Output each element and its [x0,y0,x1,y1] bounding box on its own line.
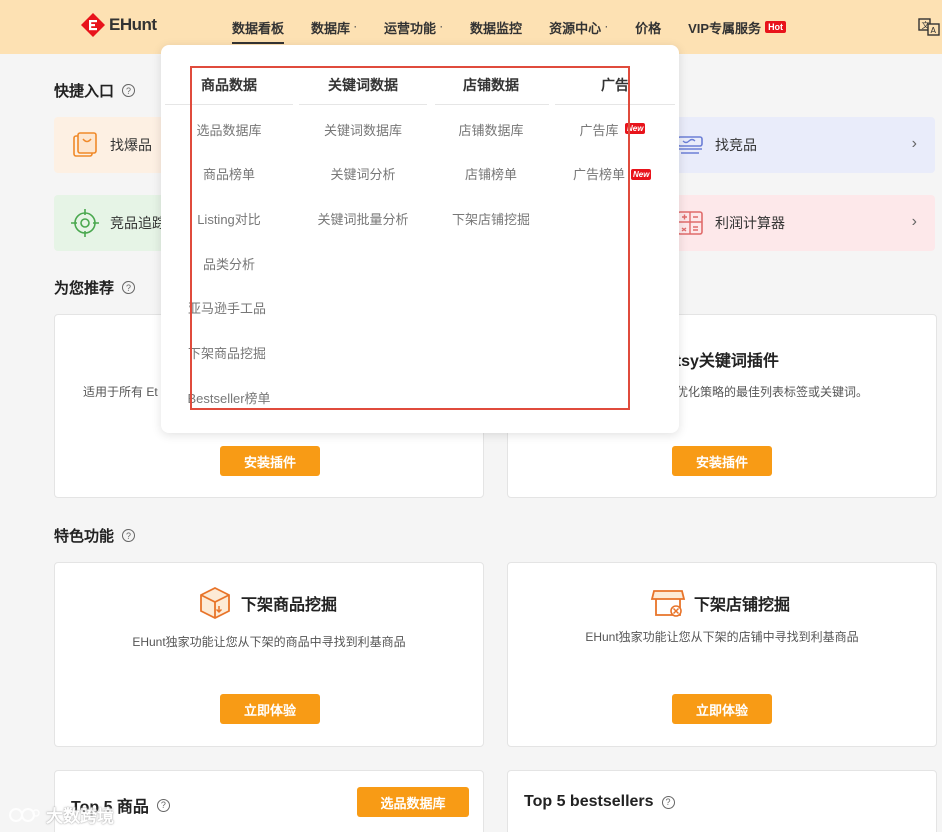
ehunt-logo[interactable]: EHunt [80,12,157,38]
watermark-text: 大数跨境 [46,807,114,826]
dropdown-item[interactable]: 下架店铺挖掘 [427,209,555,228]
logo-text: EHunt [109,15,157,34]
quick-card-label: 利润计算器 [715,215,785,231]
svg-text:A: A [931,26,937,35]
quick-card-label: 找竞品 [715,137,757,153]
translate-icon[interactable]: 文 A [918,17,940,37]
dropdown-item[interactable]: 店铺榜单 [427,164,555,183]
watermark-logo-icon [9,807,40,822]
quick-entry-title: 快捷入口 ? [54,80,136,101]
stack-icon [677,136,703,154]
calculator-icon [677,211,703,235]
chevron-right-icon: › [911,213,917,230]
chevron-down-icon: · [605,22,609,32]
nav-label: VIP专属服务 [688,20,762,36]
hot-badge: Hot [765,21,787,33]
section-title-text: 为您推荐 [54,280,115,297]
try-now-button[interactable]: 立即体验 [672,694,772,724]
dropdown-item[interactable]: 关键词分析 [299,164,427,183]
feature-title-row: 下架商品挖掘 [197,585,337,621]
install-plugin-button[interactable]: 安装插件 [220,446,320,476]
nav-vip-service[interactable]: VIP专属服务 Hot [688,0,787,54]
dropdown-item[interactable]: 关键词数据库 [299,120,427,139]
quick-card-label: 找爆品 [110,137,152,153]
bag-icon [73,132,97,157]
chevron-right-icon: › [911,135,917,152]
dropdown-item[interactable]: 关键词批量分析 [299,209,427,228]
help-icon[interactable]: ? [122,84,136,97]
nav-label: 资源中心 [549,20,602,36]
dropdown-divider [299,104,427,105]
features-title: 特色功能 ? [54,525,136,546]
dropdown-col-head-keywords: 关键词数据 [328,77,398,93]
try-now-button[interactable]: 立即体验 [220,694,320,724]
target-icon [71,209,99,237]
shop-icon [650,590,686,617]
dropdown-item[interactable]: 选品数据库 [165,120,293,139]
top5-products-card: Top 5 商品 ? 选品数据库 [54,770,484,832]
database-dropdown-menu: 商品数据 关键词数据 店铺数据 广告 选品数据库 商品榜单 Listing对比 … [161,45,679,433]
help-icon[interactable]: ? [122,529,136,542]
dropdown-divider [435,104,549,105]
chevron-down-icon: · [354,22,358,32]
feature-card-delisted-products: 下架商品挖掘 EHunt独家功能让您从下架的商品中寻找到利基商品 立即体验 [54,562,484,747]
dropdown-item[interactable]: 下架商品挖掘 [163,343,291,362]
nav-label: 数据监控 [470,20,523,36]
dropdown-divider [165,104,293,105]
top5-bestsellers-header: Top 5 bestsellers ? [524,793,675,811]
top5-bestsellers-title: Top 5 bestsellers [524,793,654,810]
logo-icon [81,13,105,37]
dropdown-col-head-shops: 店铺数据 [463,77,519,93]
dropdown-col-head-ads: 广告 [601,77,629,93]
watermark: 大数跨境 [8,802,114,827]
help-icon[interactable]: ? [156,798,170,812]
section-title-text: 特色功能 [54,528,115,545]
dropdown-item[interactable]: Bestseller榜单 [165,388,293,407]
nav-label: 运营功能 [384,20,437,36]
feature-title: 下架商品挖掘 [241,597,338,614]
dropdown-divider [555,104,675,105]
new-badge: New [625,123,646,134]
top5-bestsellers-card: Top 5 bestsellers ? [507,770,937,832]
dropdown-item[interactable]: Listing对比 [165,209,293,228]
dropdown-col-head-products: 商品数据 [201,77,257,93]
help-icon[interactable]: ? [661,795,675,809]
recommend-left-desc: 适用于所有 Et [83,385,158,399]
dropdown-item[interactable]: 商品榜单 [165,164,293,183]
new-badge: New [631,169,652,180]
feature-card-delisted-shops: 下架店铺挖掘 EHunt独家功能让您从下架的店铺中寻找到利基商品 立即体验 [507,562,937,747]
feature-title: 下架店铺挖掘 [694,597,791,614]
help-icon[interactable]: ? [122,281,136,294]
product-database-button[interactable]: 选品数据库 [357,787,469,817]
quick-card-label: 竞品追踪 [110,215,166,231]
feature-desc: EHunt独家功能让您从下架的店铺中寻找到利基商品 [585,630,859,644]
feature-desc: EHunt独家功能让您从下架的商品中寻找到利基商品 [132,635,406,649]
nav-label: 数据看板 [232,20,285,36]
dropdown-item[interactable]: 亚马逊手工品 [163,298,291,317]
nav-label: 数据库 [311,20,351,36]
dropdown-item[interactable]: 店铺数据库 [427,120,555,139]
nav-label: 价格 [635,20,662,36]
section-title-text: 快捷入口 [54,83,115,100]
feature-title-row: 下架店铺挖掘 [650,585,790,621]
chevron-down-icon: · [440,22,444,32]
dropdown-item[interactable]: 品类分析 [165,254,293,273]
recommend-title: 为您推荐 ? [54,277,136,298]
install-plugin-button[interactable]: 安装插件 [672,446,772,476]
box-icon [200,586,230,620]
